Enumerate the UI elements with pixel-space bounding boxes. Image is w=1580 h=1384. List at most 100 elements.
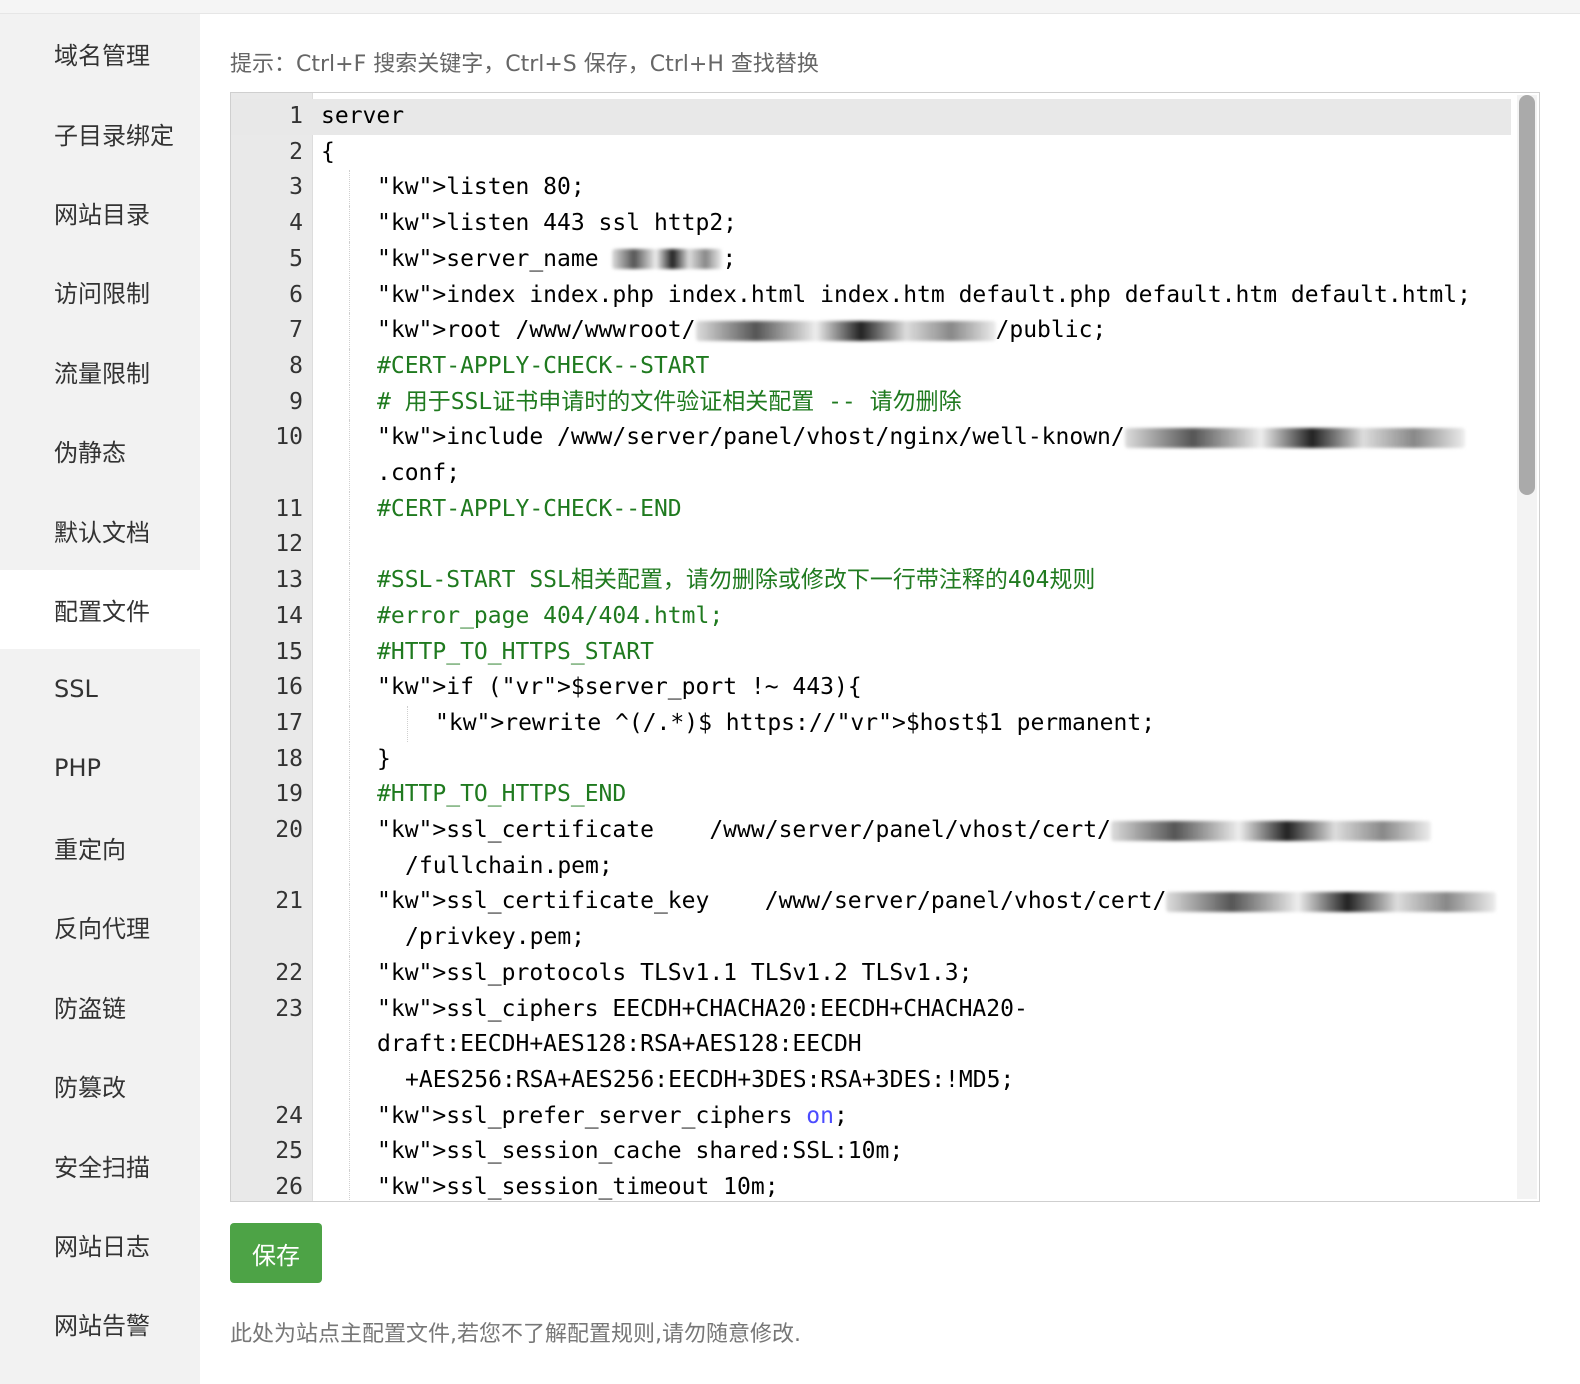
indent-guide xyxy=(349,705,350,742)
sidebar-item-site-log[interactable]: 网站日志 xyxy=(0,1205,200,1284)
line-text: #SSL-START SSL相关配置，请勿删除或修改下一行带注释的404规则 xyxy=(377,567,1096,594)
indent-guide xyxy=(349,741,350,778)
code-line[interactable]: 8 #CERT-APPLY-CHECK--START xyxy=(231,348,1511,385)
indent-guide xyxy=(349,670,350,706)
line-number: 9 xyxy=(289,388,303,415)
code-line[interactable]: 2{ xyxy=(231,135,1511,171)
sidebar-item-redirect[interactable]: 重定向 xyxy=(0,808,200,887)
line-text: #error_page 404/404.html; xyxy=(377,602,724,629)
line-text: #HTTP_TO_HTTPS_END xyxy=(377,781,627,808)
sidebar-item-ssl[interactable]: SSL xyxy=(0,649,200,728)
sidebar-item-rewrite[interactable]: 伪静态 xyxy=(0,411,200,490)
code-line[interactable]: 14 #error_page 404/404.html; xyxy=(231,598,1511,635)
code-lines[interactable]: 1 server 2{3 "kw">listen 80; 4 "kw">listen 44… xyxy=(231,99,1511,1201)
line-number: 21 xyxy=(275,888,303,915)
line-number: 20 xyxy=(275,817,303,844)
indent-guide xyxy=(349,348,350,385)
code-line[interactable]: 6 "kw">index index.php index.html index.h… xyxy=(231,277,1511,314)
line-text: } xyxy=(377,745,391,772)
line-text: "kw">if ("vr">$server_port !~ 443){ xyxy=(377,674,862,701)
code-line[interactable]: 24 "kw">ssl_prefer_server_ciphers on; xyxy=(231,1098,1511,1135)
line-text xyxy=(313,527,1511,563)
sidebar-item-php[interactable]: PHP xyxy=(0,729,200,808)
shortcut-tip: 提示：Ctrl+F 搜索关键字，Ctrl+S 保存，Ctrl+H 查找替换 xyxy=(230,52,819,77)
indent-guide xyxy=(349,1098,350,1135)
sidebar-item-security-scan[interactable]: 安全扫描 xyxy=(0,1125,200,1204)
code-line[interactable]: 23 "kw">ssl_ciphers EECDH+CHACHA20:EECDH+… xyxy=(231,991,1511,1099)
sidebar-item-reverse-proxy[interactable]: 反向代理 xyxy=(0,887,200,966)
line-text: { xyxy=(321,138,335,165)
scrollbar-thumb[interactable] xyxy=(1519,95,1535,495)
line-text: "kw">ssl_session_timeout 10m; xyxy=(377,1174,779,1201)
indent-guide xyxy=(349,991,350,1099)
line-text: #HTTP_TO_HTTPS_START xyxy=(377,638,654,665)
code-line[interactable]: 4 "kw">listen 443 ssl http2; xyxy=(231,206,1511,242)
redacted-domain xyxy=(612,249,723,270)
line-number: 12 xyxy=(275,531,303,558)
code-line[interactable]: 18} xyxy=(231,741,1511,778)
line-number: 10 xyxy=(275,424,303,451)
line-number: 7 xyxy=(289,317,303,344)
sidebar: 域名管理 子目录绑定 网站目录 访问限制 流量限制 伪静态 默认文档 配置文件 … xyxy=(0,14,200,1384)
line-text: server xyxy=(321,103,405,129)
code-line[interactable]: 1 server xyxy=(231,99,1511,135)
line-number: 26 xyxy=(275,1174,303,1201)
indent-guide xyxy=(349,634,350,671)
indent-guide xyxy=(407,705,408,742)
line-text: "kw">ssl_session_cache shared:SSL:10m; xyxy=(377,1138,904,1165)
line-text: "kw">ssl_protocols TLSv1.1 TLSv1.2 TLSv1… xyxy=(377,959,973,986)
line-number: 23 xyxy=(275,995,303,1022)
sidebar-item-site-dir[interactable]: 网站目录 xyxy=(0,173,200,252)
line-number: 3 xyxy=(289,174,303,201)
code-line[interactable]: 15 #HTTP_TO_HTTPS_START xyxy=(231,634,1511,671)
line-number: 1 xyxy=(289,103,303,129)
code-line[interactable]: 26 "kw">ssl_session_timeout 10m; xyxy=(231,1170,1511,1201)
indent-guide xyxy=(349,955,350,992)
line-number: 13 xyxy=(275,567,303,594)
line-number: 22 xyxy=(275,959,303,986)
line-text: "kw">server_name ; xyxy=(377,245,737,272)
line-text: "kw">rewrite ^(/.*)$ https://"vr">$host$… xyxy=(435,709,1156,736)
code-line[interactable]: 7 "kw">root /www/wwwroot//public; xyxy=(231,313,1511,349)
code-line[interactable]: 17 "kw">rewrite ^(/.*)$ https://"vr">$hos… xyxy=(231,705,1511,742)
redacted-domain xyxy=(1124,427,1465,448)
code-line[interactable]: 19 #HTTP_TO_HTTPS_END xyxy=(231,777,1511,814)
sidebar-item-domain[interactable]: 域名管理 xyxy=(0,14,200,93)
indent-guide xyxy=(349,1134,350,1171)
line-number: 14 xyxy=(275,602,303,629)
code-line[interactable]: 5 "kw">server_name ; xyxy=(231,241,1511,278)
code-line[interactable]: 25 "kw">ssl_session_cache shared:SSL:10m; xyxy=(231,1134,1511,1171)
code-line[interactable]: 11 #CERT-APPLY-CHECK--END xyxy=(231,491,1511,528)
code-editor[interactable]: 1 server 2{3 "kw">listen 80; 4 "kw">listen 44… xyxy=(230,92,1540,1202)
sidebar-item-traffic-limit[interactable]: 流量限制 xyxy=(0,332,200,411)
code-line[interactable]: 20 "kw">ssl_certificate /www/server/panel… xyxy=(231,813,1511,885)
code-line[interactable]: 12 xyxy=(231,527,1511,564)
top-strip xyxy=(0,0,1580,14)
line-text: #CERT-APPLY-CHECK--START xyxy=(377,352,710,379)
sidebar-item-subdir[interactable]: 子目录绑定 xyxy=(0,93,200,172)
code-line[interactable]: 9 # 用于SSL证书申请时的文件验证相关配置 -- 请勿删除 xyxy=(231,384,1511,421)
indent-guide xyxy=(349,277,350,314)
code-line[interactable]: 21 "kw">ssl_certificate_key /www/server/p… xyxy=(231,884,1511,956)
line-number: 24 xyxy=(275,1102,303,1129)
line-number: 18 xyxy=(275,745,303,772)
sidebar-item-access-limit[interactable]: 访问限制 xyxy=(0,252,200,331)
indent-guide xyxy=(349,527,350,564)
line-text: #CERT-APPLY-CHECK--END xyxy=(377,495,682,522)
code-line[interactable]: 16 "kw">if ("vr">$server_port !~ 443){ xyxy=(231,670,1511,706)
sidebar-item-hotlink[interactable]: 防盗链 xyxy=(0,967,200,1046)
code-line[interactable]: 13 #SSL-START SSL相关配置，请勿删除或修改下一行带注释的404规则 xyxy=(231,563,1511,599)
editor-scrollbar[interactable] xyxy=(1517,95,1537,1199)
sidebar-item-tamper-proof[interactable]: 防篡改 xyxy=(0,1046,200,1125)
line-number: 5 xyxy=(289,245,303,272)
line-text: "kw">ssl_prefer_server_ciphers on; xyxy=(377,1102,848,1129)
code-line[interactable]: 10 "kw">include /www/server/panel/vhost/n… xyxy=(231,420,1511,492)
sidebar-item-site-alert[interactable]: 网站告警 xyxy=(0,1284,200,1363)
sidebar-item-default-doc[interactable]: 默认文档 xyxy=(0,490,200,569)
line-text: "kw">listen 443 ssl http2; xyxy=(377,210,738,237)
sidebar-item-config-file[interactable]: 配置文件 xyxy=(0,569,200,650)
save-button[interactable]: 保存 xyxy=(230,1223,322,1283)
code-line[interactable]: 22 "kw">ssl_protocols TLSv1.1 TLSv1.2 TLS… xyxy=(231,955,1511,992)
code-line[interactable]: 3 "kw">listen 80; xyxy=(231,170,1511,207)
indent-guide xyxy=(349,206,350,242)
